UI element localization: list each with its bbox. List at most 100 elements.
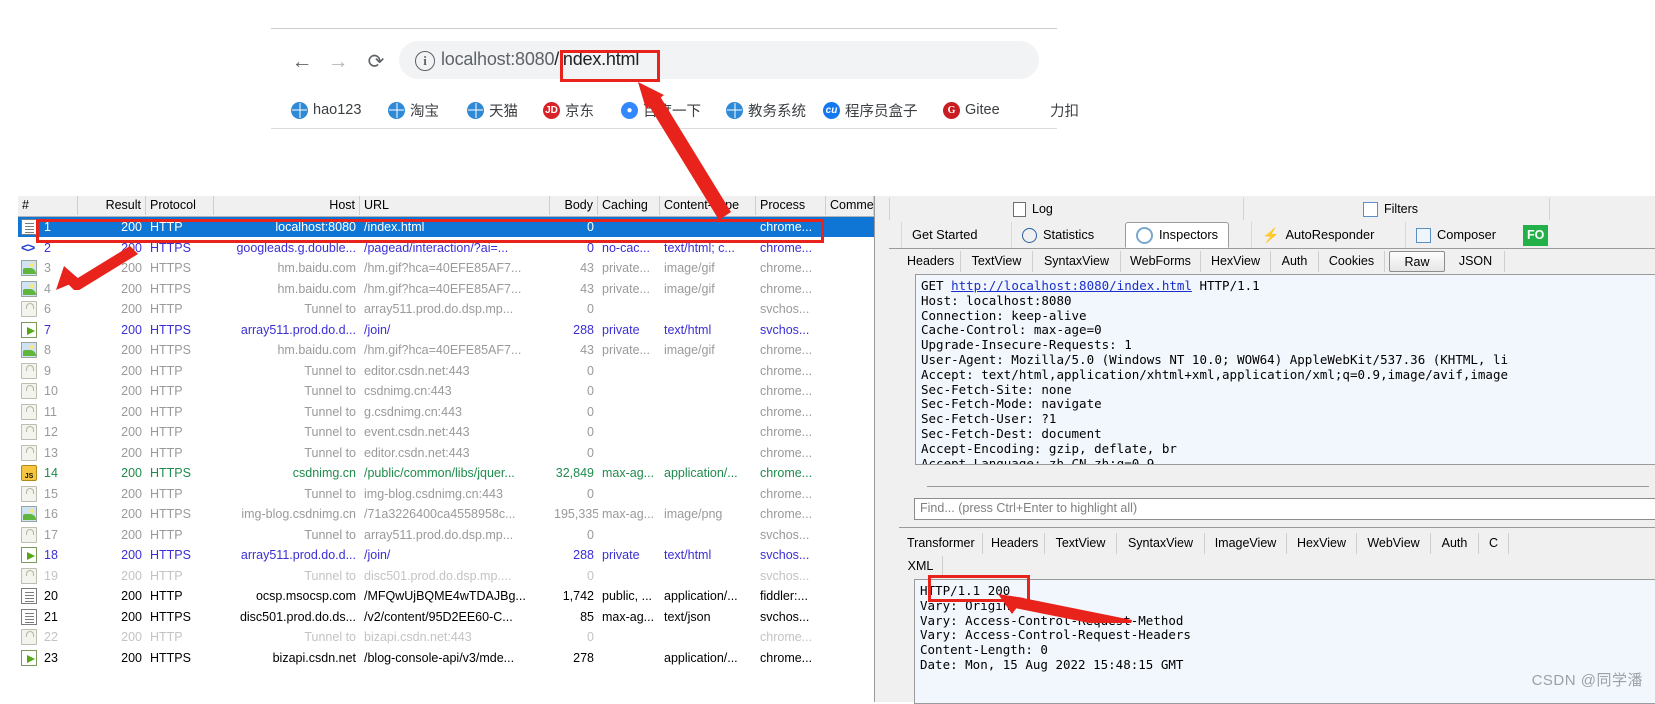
column-header-result[interactable]: Result xyxy=(78,196,146,215)
response-tab-hexview[interactable]: HexView xyxy=(1287,533,1357,554)
bookmark-hao123[interactable]: hao123 xyxy=(291,98,361,122)
tab-composer[interactable]: Composer xyxy=(1405,222,1506,248)
image-icon xyxy=(21,506,37,522)
request-inspector-tabs[interactable]: Headers TextView SyntaxView WebForms HexView… xyxy=(899,251,1655,273)
cell-host: googleads.g.double... xyxy=(236,240,356,255)
session-row-13[interactable]: 13 200 HTTP Tunnel to editor.csdn.net:443 0 ch… xyxy=(18,443,874,463)
bookmark-label: 百度一下 xyxy=(643,103,701,120)
session-row-8[interactable]: 8 200 HTTPS hm.baidu.com/hm.gif?hca=40EFE85… xyxy=(18,340,874,360)
back-icon[interactable]: ← xyxy=(289,49,315,75)
bookmark-jiaowu[interactable]: 教务系统 xyxy=(726,98,806,122)
bookmark-taobao[interactable]: 淘宝 xyxy=(388,98,439,122)
session-row-21[interactable]: 21 200 HTTPS disc501.prod.do.ds... /v2/conte… xyxy=(18,607,874,627)
tab-autoresponder[interactable]: ⚡ AutoResponder xyxy=(1251,222,1384,248)
request-tab-cookies[interactable]: Cookies xyxy=(1319,251,1385,272)
bookmark-tmall[interactable]: 天猫 xyxy=(467,98,518,122)
filters-button[interactable]: Filters xyxy=(1355,198,1426,220)
request-raw-view[interactable]: GET http://localhost:8080/index.html HTT… xyxy=(915,274,1655,465)
column-header-ctype[interactable]: Content-Type xyxy=(660,196,756,215)
cell-process: svchos... xyxy=(760,568,810,583)
tab-inspectors[interactable]: Inspectors xyxy=(1125,222,1230,248)
column-header-host[interactable]: Host xyxy=(214,196,360,215)
bookmark-chengxuyuanhezi[interactable]: cu 程序员盒子 xyxy=(823,98,918,122)
request-tab-hexview[interactable]: HexView xyxy=(1201,251,1271,272)
session-row-19[interactable]: 19 200 HTTP Tunnel to disc501.prod.do.dsp.mp… xyxy=(18,566,874,586)
request-tab-json[interactable]: JSON xyxy=(1447,251,1505,272)
bookmark-jd[interactable]: JD 京东 xyxy=(543,98,594,122)
session-row-18[interactable]: 18 200 HTTPS array511.prod.do.d... /join/288… xyxy=(18,545,874,565)
bookmark-baidu[interactable]: ● 百度一下 xyxy=(621,98,701,122)
session-row-14[interactable]: JS 14 200 HTTPS csdnimg.cn/public/common/lib… xyxy=(18,463,874,483)
session-row-12[interactable]: 12 200 HTTP Tunnel to event.csdn.net:443 0 chr… xyxy=(18,422,874,442)
image-icon xyxy=(21,260,37,276)
find-input[interactable]: Find... (press Ctrl+Enter to highlight a… xyxy=(914,498,1655,520)
cell-host: disc501.prod.do.ds... xyxy=(239,609,356,624)
column-header-process[interactable]: Process xyxy=(756,196,826,215)
response-tab-auth[interactable]: Auth xyxy=(1431,533,1479,554)
response-tab-c[interactable]: C xyxy=(1479,533,1509,554)
column-header-body[interactable]: Body xyxy=(550,196,598,215)
session-row-20[interactable]: 20 200 HTTP ocsp.msocsp.com/MFQwUjBQME4wTDA… xyxy=(18,586,874,606)
cell-result: 200 xyxy=(121,343,142,357)
cell-protocol: HTTP xyxy=(150,404,183,419)
request-raw-text: GET http://localhost:8080/index.html HTT… xyxy=(921,278,1508,464)
session-row-11[interactable]: 11 200 HTTP Tunnel to g.csdnimg.cn:443 0 chrom… xyxy=(18,402,874,422)
cell-host: array511.prod.do.d... xyxy=(240,322,356,337)
tab-get-started[interactable]: Get Started xyxy=(901,222,987,248)
cell-url: disc501.prod.do.dsp.mp.... xyxy=(364,568,512,583)
request-tab-textview[interactable]: TextView xyxy=(961,251,1033,272)
response-inspector-tabs-row2[interactable]: XML xyxy=(899,556,1655,578)
session-row-7[interactable]: 7 200 HTTPS array511.prod.do.d... /join/288 p… xyxy=(18,320,874,340)
lock-icon xyxy=(21,383,37,399)
fiddler-orchestra-badge[interactable]: FO xyxy=(1523,225,1549,246)
session-row-2[interactable]: <> 2 200 HTTPS googleads.g.double... /pagead/… xyxy=(18,238,874,258)
reload-icon[interactable]: ⟳ xyxy=(363,49,389,75)
session-row-10[interactable]: 10 200 HTTP Tunnel to csdnimg.cn:443 0 chrome.… xyxy=(18,381,874,401)
session-row-9[interactable]: 9 200 HTTP Tunnel to editor.csdn.net:443 0 chr… xyxy=(18,361,874,381)
response-tab-imageview[interactable]: ImageView xyxy=(1205,533,1287,554)
request-tab-syntaxview[interactable]: SyntaxView xyxy=(1033,251,1121,272)
session-row-17[interactable]: 17 200 HTTP Tunnel to array511.prod.do.dsp.m… xyxy=(18,525,874,545)
cell-body: 0 xyxy=(587,425,594,439)
response-tab-headers[interactable]: Headers xyxy=(983,533,1045,554)
response-tab-transformer[interactable]: Transformer xyxy=(899,533,983,554)
bookmark-leetcode[interactable]: ◕ 力扣 xyxy=(1028,98,1079,122)
session-row-6[interactable]: 6 200 HTTP Tunnel to array511.prod.do.dsp.mp… xyxy=(18,299,874,319)
response-tab-textview[interactable]: TextView xyxy=(1045,533,1117,554)
forward-icon[interactable]: → xyxy=(325,49,351,75)
filters-icon xyxy=(1363,201,1378,217)
request-tab-webforms[interactable]: WebForms xyxy=(1121,251,1201,272)
response-tab-syntaxview[interactable]: SyntaxView xyxy=(1117,533,1205,554)
cell-body: 85 xyxy=(580,609,594,624)
site-info-icon[interactable]: i xyxy=(415,51,435,71)
session-row-22[interactable]: 22 200 HTTP Tunnel to bizapi.csdn.net:443 0 ch… xyxy=(18,627,874,647)
column-header-num[interactable]: # xyxy=(18,196,78,215)
session-row-16[interactable]: 16 200 HTTPS img-blog.csdnimg.cn/71a3226400… xyxy=(18,504,874,524)
request-tab-auth[interactable]: Auth xyxy=(1271,251,1319,272)
session-row-1[interactable]: 1 200 HTTP localhost:8080/index.html 0 chrome… xyxy=(18,217,874,237)
request-url-link[interactable]: http://localhost:8080/index.html xyxy=(951,278,1192,293)
column-header-comments[interactable]: Comments xyxy=(826,196,874,215)
session-row-3[interactable]: 3 200 HTTPS hm.baidu.com/hm.gif?hca=40EFE85… xyxy=(18,258,874,278)
response-tab-xml[interactable]: XML xyxy=(899,556,943,577)
cell-host: Tunnel to xyxy=(304,425,356,439)
request-tab-headers[interactable]: Headers xyxy=(899,251,961,272)
bookmark-gitee[interactable]: G Gitee xyxy=(943,98,1000,122)
cell-body: 288 xyxy=(573,548,594,562)
address-bar[interactable]: i localhost:8080/index.html xyxy=(399,41,1039,79)
response-inspector-tabs[interactable]: Transformer Headers TextView SyntaxView Imag… xyxy=(899,533,1655,555)
log-button[interactable]: Log xyxy=(1005,198,1061,220)
session-list[interactable]: # Result Protocol Host URL Body Caching Content… xyxy=(18,196,875,702)
request-tab-raw[interactable]: Raw xyxy=(1389,251,1445,272)
column-header-protocol[interactable]: Protocol xyxy=(146,196,214,215)
cell-body: 43 xyxy=(580,261,594,275)
tab-statistics[interactable]: Statistics xyxy=(1011,222,1104,248)
column-header-url[interactable]: URL xyxy=(360,196,550,215)
response-tab-webview[interactable]: WebView xyxy=(1357,533,1431,554)
session-row-23[interactable]: 23 200 HTTPS bizapi.csdn.net/blog-console-a… xyxy=(18,648,874,668)
bookmark-label: 力扣 xyxy=(1050,103,1079,120)
session-row-4[interactable]: 4 200 HTTPS hm.baidu.com/hm.gif?hca=40EFE85… xyxy=(18,279,874,299)
column-header-caching[interactable]: Caching xyxy=(598,196,660,215)
cell-protocol: HTTPS xyxy=(150,281,191,296)
session-row-15[interactable]: 15 200 HTTP Tunnel to img-blog.csdnimg.cn:44… xyxy=(18,484,874,504)
